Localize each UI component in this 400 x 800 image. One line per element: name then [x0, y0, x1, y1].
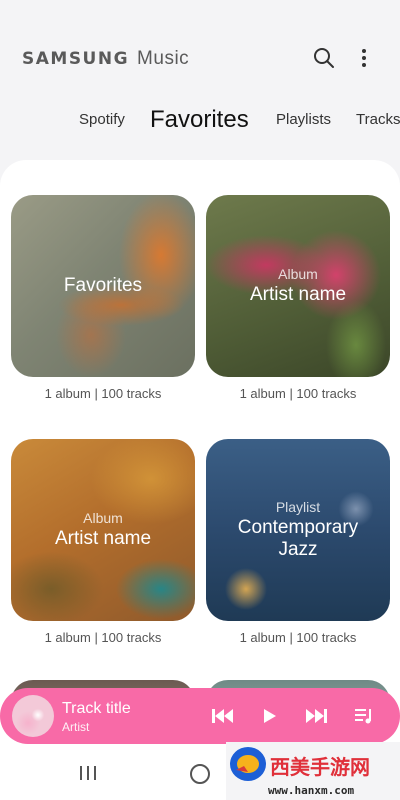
card-meta: 1 album | 100 tracks: [44, 386, 162, 401]
card-overlay: Playlist Contemporary Jazz: [206, 439, 390, 621]
card-favorites[interactable]: Favorites: [11, 195, 195, 377]
search-button[interactable]: [310, 44, 338, 72]
card-overlay: Album Artist name: [206, 195, 390, 377]
album-art: [12, 695, 54, 737]
track-artist: Artist: [62, 720, 90, 734]
card-title: Favorites: [63, 275, 143, 296]
card-meta: 1 album | 100 tracks: [239, 386, 357, 401]
brand-secondary: Music: [137, 48, 190, 69]
card-overlay: Album Artist name: [11, 439, 195, 621]
tab-tracks[interactable]: Tracks: [356, 100, 400, 140]
app-brand: SAMSUNG Music: [22, 48, 189, 70]
card-playlist[interactable]: Playlist Contemporary Jazz: [206, 439, 390, 621]
tab-spotify[interactable]: Spotify: [79, 100, 125, 140]
queue-button[interactable]: [352, 704, 376, 728]
home-icon[interactable]: [190, 764, 210, 784]
card-kind: Playlist: [275, 499, 321, 515]
card-title: Artist name: [249, 284, 347, 305]
queue-music-icon: [355, 709, 371, 724]
next-button[interactable]: [304, 704, 328, 728]
track-title: Track title: [62, 700, 131, 717]
play-icon: [264, 709, 276, 723]
category-tabs: Spotify Favorites Playlists Tracks: [0, 100, 400, 140]
recents-icon[interactable]: [78, 764, 98, 782]
search-icon: [314, 48, 334, 68]
card-kind: Album: [278, 266, 318, 282]
mini-player[interactable]: Track title Artist: [0, 688, 400, 744]
skip-previous-icon: [212, 709, 233, 723]
watermark-title: 西美手游网: [270, 755, 370, 779]
skip-next-icon: [306, 709, 327, 723]
previous-button[interactable]: [211, 704, 235, 728]
more-options-button[interactable]: [350, 44, 378, 72]
card-title: Contemporary Jazz: [237, 517, 359, 560]
card-album-artist[interactable]: Album Artist name: [11, 439, 195, 621]
app-bar: SAMSUNG Music: [0, 0, 400, 96]
card-meta: 1 album | 100 tracks: [239, 630, 357, 645]
card-album-artist[interactable]: Album Artist name: [206, 195, 390, 377]
card-title: Artist name: [54, 528, 152, 549]
play-button[interactable]: [258, 704, 282, 728]
watermark-logo: 西美手游网 www.hanxm.com: [226, 742, 400, 800]
card-kind: Album: [83, 510, 123, 526]
tab-favorites[interactable]: Favorites: [150, 100, 249, 140]
tab-playlists[interactable]: Playlists: [276, 100, 331, 140]
watermark-url: www.hanxm.com: [268, 784, 354, 797]
card-meta: 1 album | 100 tracks: [44, 630, 162, 645]
card-overlay: Favorites: [11, 195, 195, 377]
more-vertical-icon: [362, 49, 366, 67]
brand-primary: SAMSUNG: [22, 49, 130, 69]
